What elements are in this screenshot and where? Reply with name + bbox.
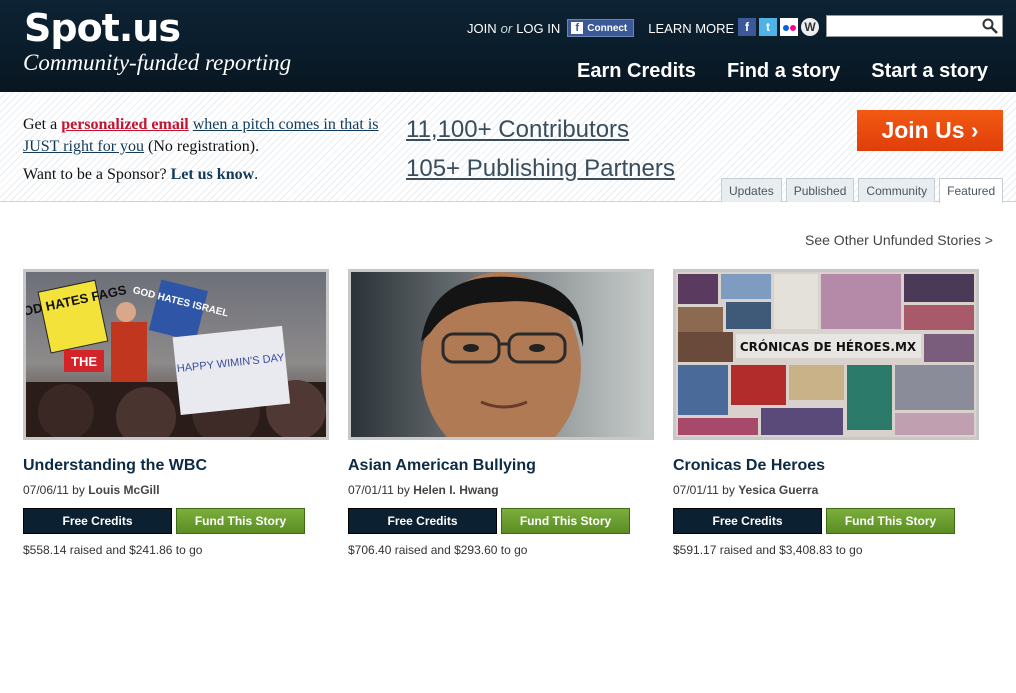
fund-story-button[interactable]: Fund This Story (176, 508, 305, 534)
story-card: CRÓNICAS DE HÉROES.MX Cronicas De Heroes… (673, 269, 979, 557)
site-logo[interactable]: Spot.us (24, 6, 181, 50)
promo-text: Get a personalized email when a pitch co… (23, 114, 383, 186)
story-meta: 07/01/11 by Helen I. Hwang (348, 483, 654, 497)
promo-period: . (254, 166, 259, 183)
funding-status: $591.17 raised and $3,408.83 to go (673, 543, 863, 557)
story-image[interactable]: CRÓNICAS DE HÉROES.MX (673, 269, 979, 440)
flickr-icon[interactable] (780, 18, 798, 36)
story-image[interactable] (348, 269, 654, 440)
story-image[interactable]: GOD HATES FAGS GOD HATES ISRAEL THE HAPP… (23, 269, 329, 440)
personalized-email-link[interactable]: personalized email (61, 116, 189, 133)
nav-start-story[interactable]: Start a story (871, 60, 988, 83)
story-meta: 07/06/11 by Louis McGill (23, 483, 329, 497)
facebook-connect-button[interactable]: f Connect (567, 19, 635, 37)
sign-text: THE (71, 354, 97, 369)
story-title[interactable]: Cronicas De Heroes (673, 457, 979, 475)
portrait-photo (351, 272, 651, 437)
learn-more-link[interactable]: LEARN MORE (648, 21, 734, 36)
protest-photo: GOD HATES FAGS GOD HATES ISRAEL THE HAPP… (26, 279, 326, 437)
let-us-know-link[interactable]: Let us know (171, 166, 255, 183)
facebook-icon[interactable]: f (738, 18, 756, 36)
story-actions: Free Credits Fund This Story (348, 508, 654, 534)
story-date: 07/01/11 (348, 483, 394, 497)
story-date: 07/01/11 (673, 483, 719, 497)
story-author[interactable]: Yesica Guerra (738, 483, 818, 497)
twitter-icon[interactable]: t (759, 18, 777, 36)
site-stats: 11,100+ Contributors 105+ Publishing Par… (406, 110, 675, 188)
story-author[interactable]: Louis McGill (88, 483, 159, 497)
social-links: f t W (738, 18, 819, 36)
facebook-connect-label: Connect (587, 22, 628, 34)
story-by: by (397, 483, 410, 497)
story-actions: Free Credits Fund This Story (673, 508, 979, 534)
wordpress-icon[interactable]: W (801, 18, 819, 36)
or-text: or (500, 20, 513, 36)
join-us-button[interactable]: Join Us › (857, 110, 1003, 151)
partners-link[interactable]: 105+ Publishing Partners (406, 149, 675, 188)
funding-status: $558.14 raised and $241.86 to go (23, 543, 203, 557)
collage-image: CRÓNICAS DE HÉROES.MX (678, 274, 974, 435)
story-tabs: Updates Published Community Featured (721, 178, 1004, 203)
promo-band: Get a personalized email when a pitch co… (0, 92, 1016, 203)
story-card: GOD HATES FAGS GOD HATES ISRAEL THE HAPP… (23, 269, 329, 557)
other-unfunded-link[interactable]: See Other Unfunded Stories > (805, 232, 993, 248)
story-card: Asian American Bullying 07/01/11 by Hele… (348, 269, 654, 557)
story-by: by (72, 483, 85, 497)
story-date: 07/06/11 (23, 483, 69, 497)
tab-published[interactable]: Published (785, 178, 855, 202)
search-box (826, 15, 1003, 37)
tab-featured[interactable]: Featured (939, 178, 1004, 203)
sponsor-question: Want to be a Sponsor? (23, 166, 167, 183)
story-title[interactable]: Asian American Bullying (348, 457, 654, 475)
fund-story-button[interactable]: Fund This Story (501, 508, 630, 534)
free-credits-button[interactable]: Free Credits (23, 508, 172, 534)
story-author[interactable]: Helen I. Hwang (413, 483, 498, 497)
story-title[interactable]: Understanding the WBC (23, 457, 329, 475)
join-link[interactable]: JOIN (467, 21, 497, 36)
no-registration-text: (No registration). (148, 138, 260, 155)
funding-status: $706.40 raised and $293.60 to go (348, 543, 528, 557)
story-meta: 07/01/11 by Yesica Guerra (673, 483, 979, 497)
site-tagline: Community-funded reporting (23, 50, 292, 75)
main-nav: Earn Credits Find a story Start a story (577, 60, 988, 83)
nav-earn-credits[interactable]: Earn Credits (577, 60, 696, 83)
nav-find-story[interactable]: Find a story (727, 60, 840, 83)
contributors-link[interactable]: 11,100+ Contributors (406, 110, 675, 149)
site-header: Spot.us Community-funded reporting JOIN … (0, 0, 1016, 92)
tab-updates[interactable]: Updates (721, 178, 782, 202)
search-icon[interactable] (982, 18, 998, 34)
free-credits-button[interactable]: Free Credits (348, 508, 497, 534)
facebook-icon: f (571, 22, 584, 34)
story-actions: Free Credits Fund This Story (23, 508, 329, 534)
search-input[interactable] (827, 16, 977, 36)
free-credits-button[interactable]: Free Credits (673, 508, 822, 534)
login-link[interactable]: LOG IN (516, 21, 560, 36)
tab-community[interactable]: Community (858, 178, 936, 202)
promo-get-a: Get a (23, 116, 58, 133)
account-nav: JOIN or LOG IN f Connect LEARN MORE (467, 19, 734, 37)
fund-story-button[interactable]: Fund This Story (826, 508, 955, 534)
story-by: by (722, 483, 735, 497)
collage-title-text: CRÓNICAS DE HÉROES.MX (740, 339, 917, 354)
